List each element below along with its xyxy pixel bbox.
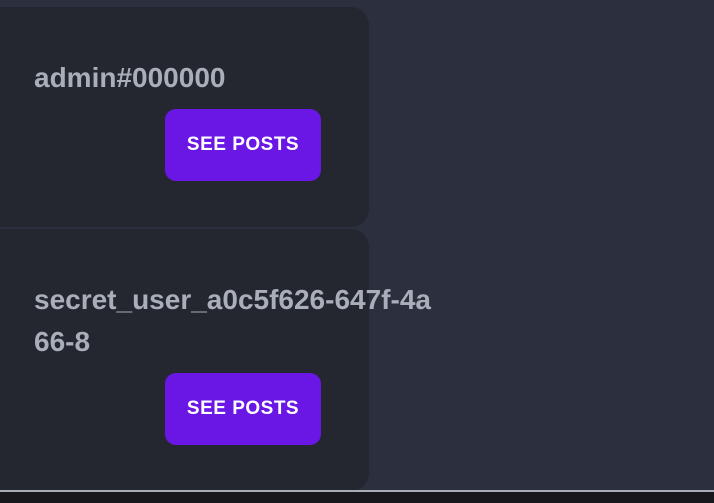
username: secret_user_a0c5f626-647f-4a66-8 xyxy=(34,284,431,357)
user-card: admin#000000 SEE POSTS xyxy=(0,7,369,227)
username: admin#000000 xyxy=(34,62,226,93)
see-posts-button[interactable]: SEE POSTS xyxy=(165,109,321,181)
see-posts-button[interactable]: SEE POSTS xyxy=(165,373,321,445)
user-list-page: admin#000000 SEE POSTS secret_user_a0c5f… xyxy=(0,0,714,503)
bottom-edge-strip xyxy=(0,490,714,503)
user-card: secret_user_a0c5f626-647f-4a66-8 SEE POS… xyxy=(0,229,431,491)
